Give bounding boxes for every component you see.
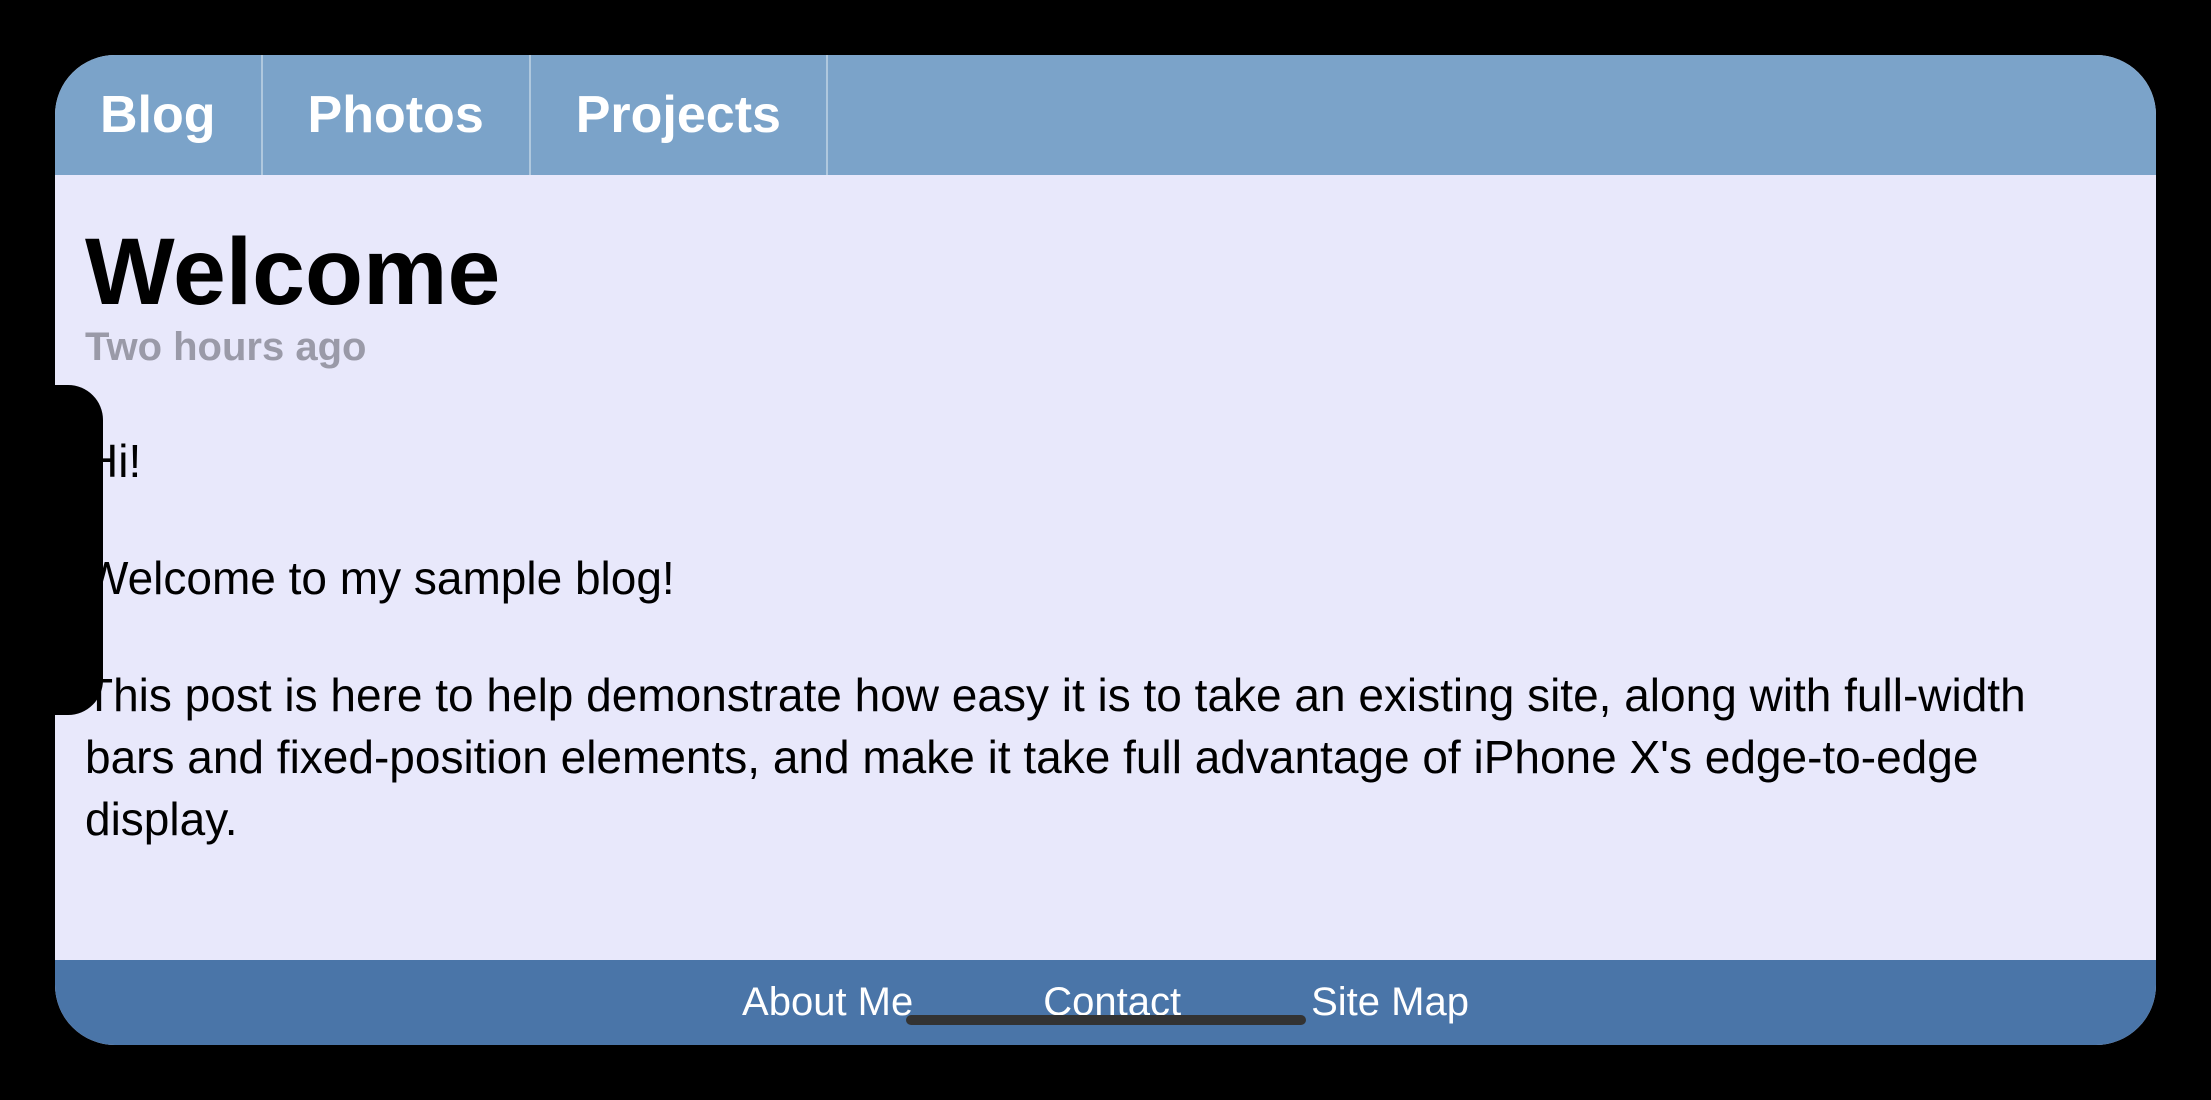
- footer-link-sitemap[interactable]: Site Map: [1311, 980, 1469, 1025]
- device-frame: Blog Photos Projects Welcome Two hours a…: [30, 30, 2181, 1070]
- post-body: Hi! Welcome to my sample blog! This post…: [85, 430, 2126, 850]
- device-button-bottom-2: [430, 1070, 550, 1078]
- device-button-top: [430, 22, 600, 30]
- post-paragraph: Hi!: [85, 430, 2126, 492]
- main-content: Welcome Two hours ago Hi! Welcome to my …: [55, 175, 2156, 935]
- top-nav: Blog Photos Projects: [55, 55, 2156, 175]
- device-notch: [55, 385, 103, 715]
- footer-link-about[interactable]: About Me: [742, 980, 913, 1025]
- post-title: Welcome: [85, 225, 2126, 320]
- post-timestamp: Two hours ago: [85, 325, 2126, 370]
- device-screen: Blog Photos Projects Welcome Two hours a…: [55, 55, 2156, 1045]
- post-paragraph: This post is here to help demonstrate ho…: [85, 664, 2126, 850]
- bottom-bar: About Me Contact Site Map: [55, 960, 2156, 1045]
- nav-item-projects[interactable]: Projects: [531, 55, 828, 175]
- nav-item-blog[interactable]: Blog: [55, 55, 263, 175]
- device-button-bottom-1: [260, 1070, 380, 1078]
- nav-item-photos[interactable]: Photos: [263, 55, 531, 175]
- post-paragraph: Welcome to my sample blog!: [85, 547, 2126, 609]
- home-indicator[interactable]: [906, 1015, 1306, 1025]
